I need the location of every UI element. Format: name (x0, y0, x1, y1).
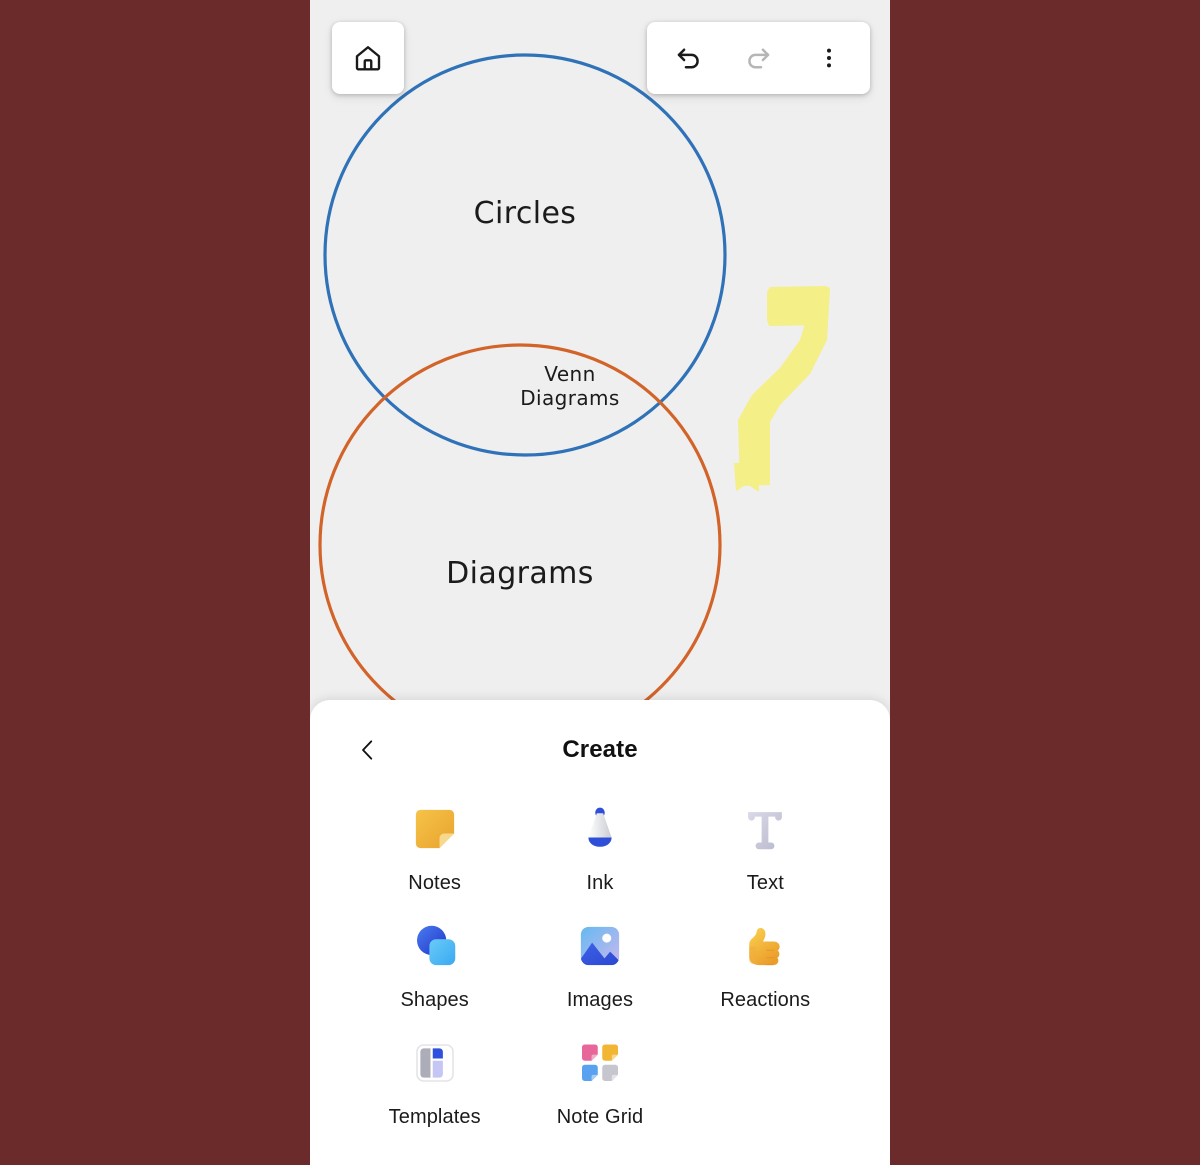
undo-button[interactable] (661, 31, 715, 85)
chevron-left-icon (362, 740, 373, 760)
create-item-shapes[interactable]: Shapes (352, 917, 517, 1012)
create-item-ink[interactable]: Ink (517, 800, 682, 895)
thumbs-up-icon (736, 917, 794, 975)
shapes-icon (406, 917, 464, 975)
sheet-title: Create (562, 736, 638, 763)
venn-label-overlap: Venn Diagrams (520, 362, 620, 410)
create-item-label: Images (566, 989, 634, 1011)
create-item-label: Ink (586, 872, 614, 894)
create-item-label: Shapes (400, 989, 469, 1011)
create-item-notes[interactable]: Notes (352, 800, 517, 895)
sticky-note-icon (406, 800, 464, 858)
question-mark-ink (734, 286, 830, 492)
redo-button[interactable] (731, 31, 785, 85)
redo-arrow-icon (748, 47, 770, 69)
more-options-button[interactable] (802, 31, 856, 85)
note-grid-icon (571, 1034, 629, 1092)
undo-arrow-icon (677, 47, 699, 69)
action-toolbar (647, 22, 870, 94)
home-icon (355, 46, 381, 71)
more-vertical-icon (826, 48, 831, 68)
text-t-icon (736, 800, 794, 858)
create-item-label: Note Grid (556, 1106, 644, 1128)
create-item-templates[interactable]: Templates (352, 1034, 517, 1129)
create-item-label: Templates (388, 1106, 481, 1128)
create-item-label: Notes (408, 872, 462, 894)
phone-frame: Circles Venn Diagrams Diagrams Create No… (310, 0, 890, 1165)
create-item-note-grid[interactable]: Note Grid (517, 1034, 682, 1129)
venn-label-diagrams: Diagrams (446, 556, 594, 591)
create-options-grid: Notes Ink Text Shapes Images Reactions T… (310, 800, 890, 1129)
back-button[interactable] (346, 728, 390, 772)
pen-tip-icon (571, 800, 629, 858)
create-item-label: Reactions (720, 989, 811, 1011)
create-item-reactions[interactable]: Reactions (683, 917, 848, 1012)
templates-icon (406, 1034, 464, 1092)
image-icon (571, 917, 629, 975)
create-bottom-sheet: Create Notes Ink Text Shapes Images Reac… (310, 700, 890, 1165)
home-button[interactable] (341, 31, 395, 85)
create-item-text[interactable]: Text (683, 800, 848, 895)
create-item-images[interactable]: Images (517, 917, 682, 1012)
sheet-header: Create (310, 700, 890, 800)
create-item-label: Text (746, 872, 784, 894)
venn-label-circles: Circles (473, 196, 577, 231)
home-toolbar (332, 22, 404, 94)
